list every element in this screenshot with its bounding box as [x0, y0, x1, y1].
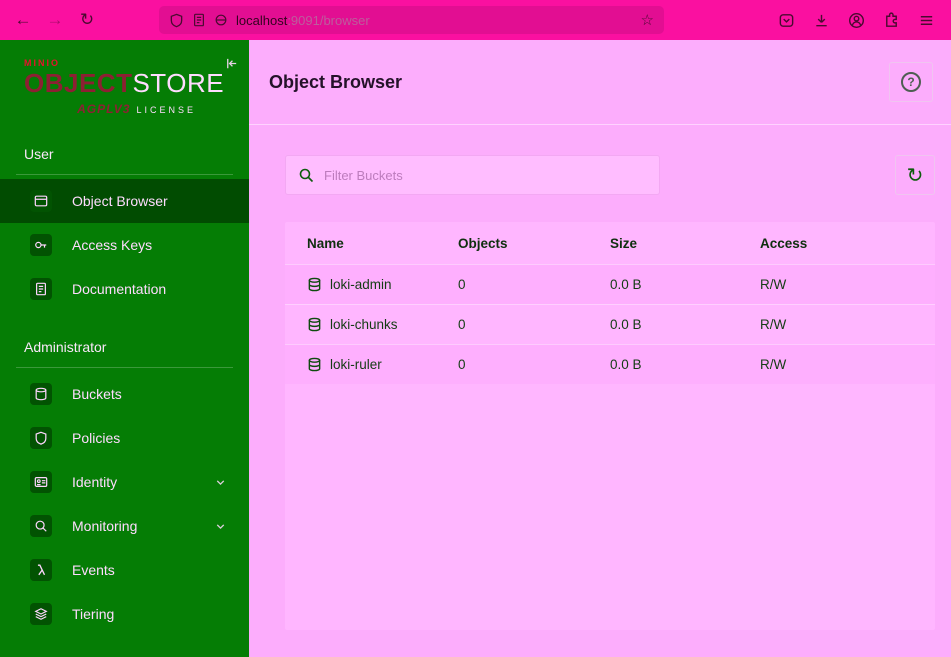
page-header: Object Browser ?: [249, 40, 951, 125]
column-header-access: Access: [760, 235, 808, 251]
sidebar-item-label: Events: [72, 562, 115, 578]
reload-icon: ↻: [79, 10, 95, 29]
bucket-icon: [307, 357, 322, 372]
agpl-badge: AGPLV3: [77, 102, 131, 116]
downloads-icon[interactable]: [806, 5, 836, 35]
help-button[interactable]: ?: [889, 62, 933, 102]
table-row[interactable]: loki-ruler 0 0.0 B R/W: [285, 344, 935, 384]
refresh-icon: ↻: [906, 164, 924, 187]
bucket-access: R/W: [760, 317, 787, 332]
bucket-name: loki-chunks: [330, 317, 398, 332]
reload-button[interactable]: ↻: [72, 5, 102, 35]
sidebar-item-tiering[interactable]: Tiering: [0, 592, 249, 636]
menu-icon[interactable]: [911, 5, 941, 35]
documentation-icon: [30, 278, 52, 300]
page-info-icon[interactable]: [192, 13, 206, 27]
sidebar-item-identity[interactable]: Identity: [0, 460, 249, 504]
events-lambda-icon: [30, 559, 52, 581]
filter-row: ↻: [285, 155, 935, 195]
sidebar-item-access-keys[interactable]: Access Keys: [0, 223, 249, 267]
back-icon: ←: [14, 10, 32, 29]
logo-word-bold: OBJECT: [24, 68, 133, 98]
forward-icon: →: [46, 10, 64, 29]
bucket-access: R/W: [760, 357, 787, 372]
bucket-name: loki-ruler: [330, 357, 382, 372]
content-area: ↻ Name Objects Size Access loki-admin: [249, 125, 951, 630]
main-panel: Object Browser ? ↻ Name: [249, 40, 951, 657]
license-line: AGPLV3 LICENSE: [24, 100, 196, 118]
table-row[interactable]: loki-admin 0 0.0 B R/W: [285, 264, 935, 304]
object-browser-icon: [30, 190, 52, 212]
sidebar-item-label: Documentation: [72, 281, 167, 297]
policies-icon: [30, 427, 52, 449]
bucket-access: R/W: [760, 277, 787, 292]
extensions-icon[interactable]: [876, 5, 906, 35]
column-header-name: Name: [307, 235, 344, 251]
app-logo: MINIO OBJECTSTORE AGPLV3 LICENSE: [0, 40, 224, 118]
sidebar-item-events[interactable]: Events: [0, 548, 249, 592]
chevron-down-icon: [214, 520, 227, 533]
bucket-icon: [307, 317, 322, 332]
sidebar-item-label: Monitoring: [72, 518, 138, 534]
bucket-size: 0.0 B: [610, 317, 642, 332]
bucket-size: 0.0 B: [610, 357, 642, 372]
account-icon[interactable]: [841, 5, 871, 35]
browser-chrome: ← → ↻ localhost:9091/browser ☆: [0, 0, 951, 40]
bookmark-star-icon[interactable]: ☆: [641, 11, 654, 29]
sidebar-item-label: Policies: [72, 430, 121, 446]
sidebar-item-label: Access Keys: [72, 237, 153, 253]
page-title: Object Browser: [269, 71, 403, 92]
app-window: MINIO OBJECTSTORE AGPLV3 LICENSE User Obj…: [0, 40, 951, 657]
section-label-user: User: [16, 146, 233, 175]
monitoring-icon: [30, 515, 52, 537]
sidebar-item-policies[interactable]: Policies: [0, 416, 249, 460]
back-button[interactable]: ←: [8, 5, 38, 35]
tiering-layers-icon: [30, 603, 52, 625]
chevron-down-icon: [214, 476, 227, 489]
sidebar-item-buckets[interactable]: Buckets: [0, 372, 249, 416]
buckets-table: Name Objects Size Access loki-admin 0 0.…: [285, 222, 935, 630]
chrome-toolbar-icons: [771, 5, 941, 35]
sidebar-item-label: Object Browser: [72, 193, 168, 209]
sidebar-item-label: Identity: [72, 474, 118, 490]
sidebar: MINIO OBJECTSTORE AGPLV3 LICENSE User Obj…: [0, 40, 249, 657]
bucket-objects: 0: [458, 277, 466, 292]
column-header-size: Size: [610, 235, 638, 251]
url-path: :9091/browser: [287, 12, 370, 28]
object-store-wordmark: OBJECTSTORE: [24, 68, 224, 98]
forward-button[interactable]: →: [40, 5, 70, 35]
sidebar-item-label: Buckets: [72, 386, 122, 402]
bucket-icon: [307, 277, 322, 292]
section-label-administrator: Administrator: [16, 339, 233, 368]
pocket-icon[interactable]: [771, 5, 801, 35]
minio-brand-text: MINIO: [24, 58, 60, 68]
bucket-objects: 0: [458, 357, 466, 372]
logo-word-light: STORE: [132, 68, 225, 98]
bucket-name: loki-admin: [330, 277, 392, 292]
buckets-icon: [30, 383, 52, 405]
sidebar-collapse-icon[interactable]: [224, 56, 239, 71]
search-icon: [298, 167, 314, 183]
sidebar-item-documentation[interactable]: Documentation: [0, 267, 249, 311]
bucket-objects: 0: [458, 317, 466, 332]
access-keys-icon: [30, 234, 52, 256]
column-header-objects: Objects: [458, 235, 508, 251]
sidebar-item-monitoring[interactable]: Monitoring: [0, 504, 249, 548]
help-icon: ?: [901, 72, 921, 92]
refresh-buckets-button[interactable]: ↻: [895, 155, 935, 195]
sidebar-item-label: Tiering: [72, 606, 115, 622]
license-label: LICENSE: [136, 105, 196, 115]
url-text: localhost:9091/browser: [236, 13, 370, 28]
table-row[interactable]: loki-chunks 0 0.0 B R/W: [285, 304, 935, 344]
bucket-size: 0.0 B: [610, 277, 642, 292]
sidebar-item-object-browser[interactable]: Object Browser: [0, 179, 249, 223]
table-header-row: Name Objects Size Access: [285, 222, 935, 264]
url-bar[interactable]: localhost:9091/browser ☆: [159, 6, 664, 34]
tracking-shield-icon[interactable]: [169, 13, 184, 28]
permissions-icon[interactable]: [214, 13, 228, 27]
identity-icon: [30, 471, 52, 493]
filter-buckets-field[interactable]: [285, 155, 660, 195]
url-host: localhost: [236, 12, 288, 28]
filter-buckets-input[interactable]: [324, 167, 647, 183]
